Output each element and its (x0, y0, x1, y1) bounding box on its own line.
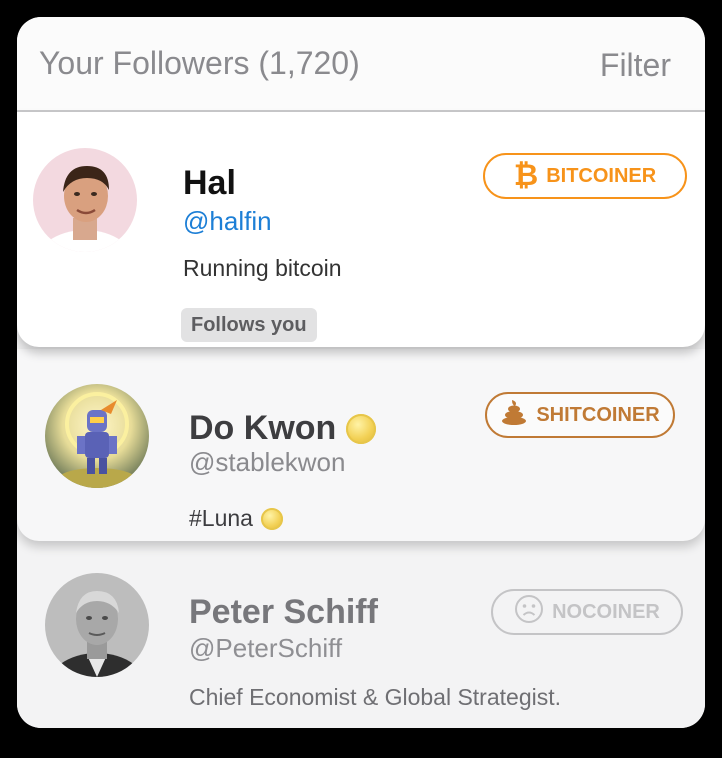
follower-bio: Chief Economist & Global Strategist. (189, 684, 561, 710)
follower-handle[interactable]: @stablekwon (189, 447, 345, 478)
badge-label: SHITCOINER (536, 403, 660, 426)
badge-label: NOCOINER (552, 600, 660, 623)
follower-card-peterschiff[interactable]: Peter Schiff @PeterSchiff Chief Economis… (17, 543, 705, 728)
bitcoin-icon: ₿ (513, 159, 539, 192)
follower-card-dokwon[interactable]: Do Kwon @stablekwon #Luna SHITCOINER (17, 349, 705, 541)
avatar-dokwon (45, 384, 149, 488)
follower-name[interactable]: Do Kwon (189, 409, 377, 448)
luna-coin-icon (346, 413, 377, 444)
follower-bio: #Luna (189, 505, 283, 532)
followers-title: Your Followers (1,720) (39, 45, 360, 81)
badge-label: BITCOINER (546, 164, 657, 187)
follows-you-badge: Follows you (181, 308, 317, 342)
shitcoiner-badge[interactable]: SHITCOINER (485, 392, 675, 438)
avatar-hal (33, 148, 137, 252)
bitcoiner-badge[interactable]: ₿ BITCOINER (483, 153, 687, 199)
followers-header: Your Followers (1,720) Filter (17, 17, 705, 112)
frown-face-icon (514, 594, 544, 630)
luna-coin-icon (260, 507, 283, 530)
filter-button[interactable]: Filter (600, 47, 671, 84)
poop-icon (500, 399, 528, 431)
avatar-peterschiff (45, 573, 149, 677)
followers-panel: Your Followers (1,720) Filter Hal @halfi… (17, 17, 705, 728)
follower-name[interactable]: Hal (183, 164, 236, 203)
follower-handle[interactable]: @PeterSchiff (189, 633, 342, 664)
follower-handle[interactable]: @halfin (183, 206, 272, 237)
follower-card-hal[interactable]: Hal @halfin Running bitcoin Follows you … (17, 112, 705, 347)
follower-bio: Running bitcoin (183, 255, 342, 281)
follower-name[interactable]: Peter Schiff (189, 593, 378, 632)
nocoiner-badge[interactable]: NOCOINER (491, 589, 683, 635)
